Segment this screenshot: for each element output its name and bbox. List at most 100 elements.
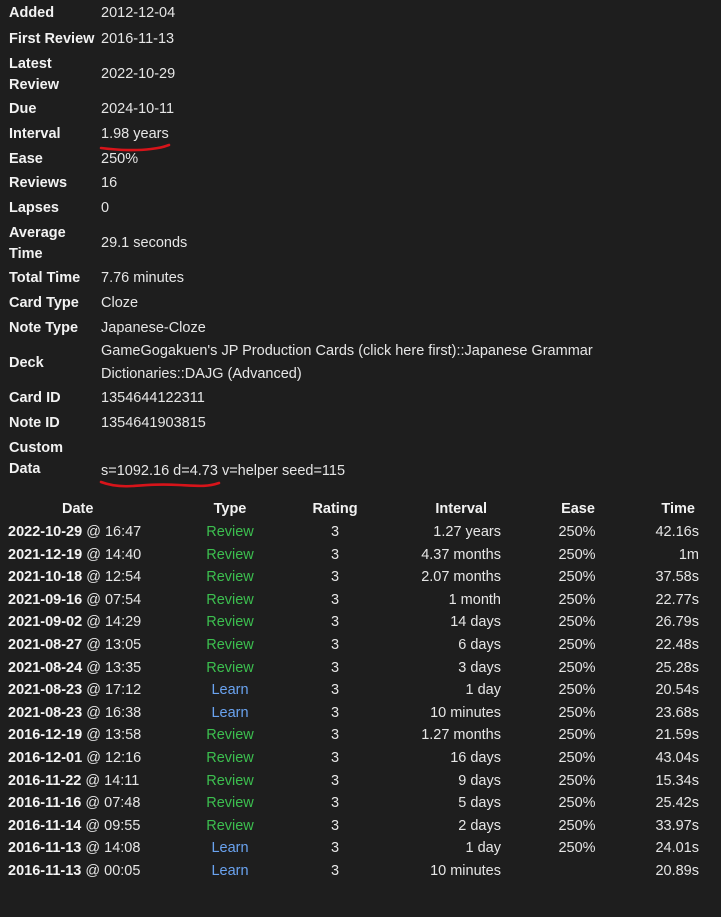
info-value: Japanese-Cloze <box>101 319 206 336</box>
history-date-day: 2021-10-18 <box>8 569 83 586</box>
history-interval: 16 days <box>450 749 501 766</box>
history-type: Review <box>206 614 254 631</box>
history-date-day: 2016-12-01 <box>8 749 83 766</box>
history-rating: 3 <box>330 682 340 699</box>
history-ease: 250% <box>558 682 596 699</box>
history-date-time: @ 00:05 <box>81 862 141 879</box>
history-date-day: 2021-09-16 <box>8 591 83 608</box>
history-date: 2021-10-18 @ 12:54 <box>8 566 141 589</box>
history-date-day: 2016-12-19 <box>8 727 83 744</box>
history-date-time: @ 14:40 <box>82 546 142 563</box>
history-time: 42.16s <box>655 524 699 540</box>
history-date: 2022-10-29 @ 16:47 <box>8 521 141 544</box>
history-date-time: @ 17:12 <box>82 682 142 699</box>
table-row: 2016-12-19 @ 13:58 Review 3 1.27 months 250%… <box>0 724 721 747</box>
column-header-interval: Interval <box>435 501 487 517</box>
table-row: 2021-08-24 @ 13:35 Review 3 3 days 250% 25.28… <box>0 657 721 680</box>
info-label: First Review <box>9 30 95 47</box>
history-type: Learn <box>211 862 249 879</box>
info-value: 2016-11-13 <box>101 30 175 47</box>
info-row-added: Added 2012-12-04 <box>0 0 721 27</box>
info-value: 29.1 seconds <box>101 235 188 252</box>
history-date: 2021-12-19 @ 14:40 <box>8 544 141 567</box>
history-date-time: @ 13:35 <box>82 659 142 676</box>
column-header-ease: Ease <box>561 501 595 517</box>
info-value: 0 <box>101 199 110 216</box>
info-value: 1.98 years <box>101 125 169 142</box>
info-label-line: Average <box>9 224 66 241</box>
history-date-day: 2021-08-23 <box>8 682 83 699</box>
history-type: Review <box>206 817 254 834</box>
history-header-row: Date Type Rating Interval Ease Time <box>0 498 721 521</box>
column-header-date: Date <box>62 501 94 517</box>
history-date: 2016-11-16 @ 07:48 <box>8 792 140 815</box>
table-row: 2022-10-29 @ 16:47 Review 3 1.27 years 250% 4… <box>0 521 721 544</box>
table-row: 2016-12-01 @ 12:16 Review 3 16 days 250% 43.0… <box>0 747 721 770</box>
info-row-average-time: Average Time 29.1 seconds <box>0 221 721 267</box>
history-date-time: @ 16:47 <box>82 524 142 540</box>
info-row-note-id: Note ID 1354641903815 <box>0 411 721 436</box>
history-type: Review <box>206 636 254 653</box>
info-row-card-type: Card Type Cloze <box>0 291 721 316</box>
history-type: Review <box>206 546 254 563</box>
info-label-line: Data <box>9 460 41 477</box>
history-ease: 250% <box>558 772 596 789</box>
history-time: 22.77s <box>655 591 699 608</box>
info-row-card-id: Card ID 1354644122311 <box>0 386 721 411</box>
info-label-line: Latest <box>9 55 52 72</box>
history-date: 2016-11-13 @ 00:05 <box>8 860 140 883</box>
history-date: 2021-08-27 @ 13:05 <box>8 634 141 657</box>
history-type: Review <box>206 749 254 766</box>
custom-data-annotated-value: s=1092.16 d=4.73 <box>99 460 221 488</box>
info-row-total-time: Total Time 7.76 minutes <box>0 267 721 292</box>
info-value: 7.76 minutes <box>101 270 185 287</box>
history-date: 2021-08-24 @ 13:35 <box>8 657 141 680</box>
history-date: 2021-09-16 @ 07:54 <box>8 589 141 612</box>
info-row-latest-review: Latest Review 2022-10-29 <box>0 52 721 98</box>
history-date-day: 2016-11-13 <box>8 862 82 879</box>
info-label-line: Review <box>9 76 59 93</box>
info-label: Custom Data <box>0 438 101 480</box>
column-header-type: Type <box>213 501 247 517</box>
history-interval: 10 minutes <box>430 704 501 721</box>
table-row: 2021-08-23 @ 16:38 Learn 3 10 minutes 250% 23… <box>0 702 721 725</box>
info-label: Note ID <box>9 414 60 431</box>
history-rating: 3 <box>330 862 340 879</box>
info-value: 2024-10-11 <box>101 101 175 118</box>
custom-data-stability-difficulty: s=1092.16 d=4.73 <box>101 463 218 480</box>
history-date-time: @ 14:11 <box>81 772 140 789</box>
history-date-day: 2016-11-13 <box>8 840 82 857</box>
history-interval: 2.07 months <box>421 569 501 586</box>
info-value: 250% <box>101 150 139 167</box>
info-label: Due <box>9 101 37 118</box>
info-label: Average Time <box>0 223 101 265</box>
history-date-time: @ 09:55 <box>81 817 141 834</box>
history-rating: 3 <box>330 727 340 744</box>
info-value: s=1092.16 d=4.73 v=helper seed=115 <box>99 434 345 488</box>
column-header-rating: Rating <box>312 501 358 517</box>
table-row: 2021-12-19 @ 14:40 Review 3 4.37 months 250%… <box>0 544 721 567</box>
history-rating: 3 <box>330 840 340 857</box>
info-row-first-review: First Review 2016-11-13 <box>0 27 721 52</box>
deck-name-line: GameGogakuen's JP Production Cards (clic… <box>101 343 593 360</box>
info-label: Ease <box>9 150 43 167</box>
history-interval: 1.27 months <box>421 727 501 744</box>
history-date-time: @ 16:38 <box>82 704 142 721</box>
history-date-day: 2021-09-02 <box>8 614 83 631</box>
history-ease: 250% <box>558 524 596 540</box>
info-value-wrap: 1.98 years <box>99 123 171 152</box>
history-type: Review <box>206 591 254 608</box>
history-date: 2016-11-14 @ 09:55 <box>8 815 140 838</box>
info-value: 16 <box>101 175 118 192</box>
info-row-deck: Deck GameGogakuen's JP Production Cards … <box>0 340 721 386</box>
info-row-due: Due 2024-10-11 <box>0 98 721 123</box>
history-time: 26.79s <box>655 614 699 631</box>
history-date-time: @ 14:08 <box>81 840 141 857</box>
history-time: 21.59s <box>655 727 699 744</box>
history-time: 24.01s <box>655 840 699 857</box>
info-label: Added <box>9 5 55 21</box>
info-row-ease: Ease 250% <box>0 147 721 172</box>
history-date: 2016-12-19 @ 13:58 <box>8 724 141 747</box>
table-row: 2016-11-22 @ 14:11 Review 3 9 days 250% 15.34… <box>0 770 721 793</box>
history-date: 2016-11-13 @ 14:08 <box>8 837 140 860</box>
